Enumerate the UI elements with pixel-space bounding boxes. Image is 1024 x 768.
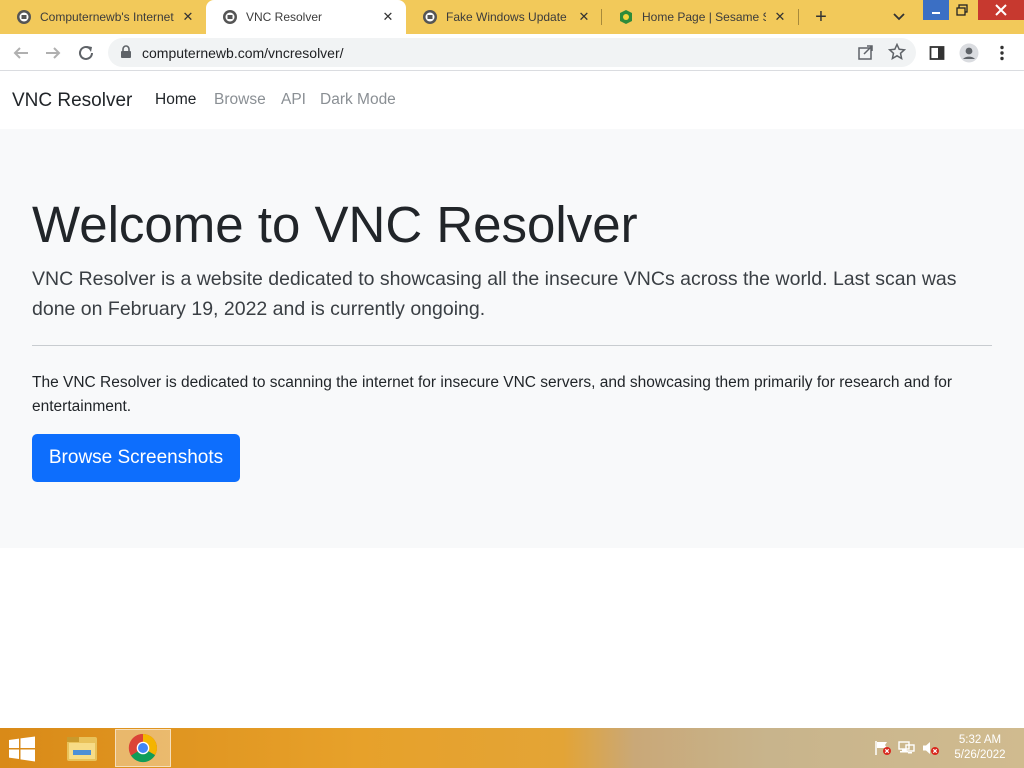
tab-vnc-resolver[interactable]: VNC Resolver ✕	[206, 0, 406, 34]
close-tab-icon[interactable]: ✕	[180, 9, 196, 25]
nav-link-home[interactable]: Home	[155, 91, 196, 109]
file-explorer-taskbar-icon[interactable]	[54, 729, 110, 767]
tab-fake-windows-update[interactable]: Fake Windows Update Pr ✕	[406, 0, 602, 34]
nav-link-dark-mode[interactable]: Dark Mode	[320, 91, 396, 109]
address-bar[interactable]: computernewb.com/vncresolver/	[108, 38, 916, 67]
taskbar-clock[interactable]: 5:32 AM 5/26/2022	[944, 733, 1016, 763]
nav-link-browse[interactable]: Browse	[214, 91, 266, 109]
close-window-icon[interactable]	[978, 0, 1024, 20]
computernewb-favicon-icon	[16, 9, 32, 25]
sesame-street-favicon-icon	[618, 9, 634, 25]
tab-title: Computernewb's Internet	[40, 10, 174, 24]
reload-icon[interactable]	[75, 42, 97, 64]
hero-lead: VNC Resolver is a website dedicated to s…	[32, 268, 957, 320]
computernewb-favicon-icon	[222, 9, 238, 25]
windows-taskbar: 5:32 AM 5/26/2022	[0, 728, 1024, 768]
back-arrow-icon[interactable]	[10, 42, 32, 64]
web-page: VNC Resolver Home Browse API Dark Mode W…	[0, 71, 1024, 728]
windows-start-icon[interactable]	[8, 736, 38, 762]
clock-time: 5:32 AM	[958, 734, 1002, 746]
browse-screenshots-button[interactable]: Browse Screenshots	[32, 434, 240, 482]
tab-separator	[798, 9, 799, 25]
volume-muted-icon[interactable]	[922, 740, 940, 756]
bookmark-star-icon[interactable]	[887, 42, 907, 66]
tab-title: Fake Windows Update Pr	[446, 10, 570, 24]
tab-computernewb[interactable]: Computernewb's Internet ✕	[0, 0, 206, 34]
url-text[interactable]: computernewb.com/vncresolver/	[142, 45, 344, 61]
close-tab-icon[interactable]: ✕	[380, 9, 396, 25]
new-tab-icon[interactable]: +	[808, 5, 834, 29]
tab-strip: Computernewb's Internet ✕ VNC Resolver ✕…	[0, 0, 1024, 34]
hero-section: Welcome to VNC Resolver VNC Resolver is …	[0, 129, 1024, 548]
tab-sesame-street[interactable]: Home Page | Sesame Stre ✕	[602, 0, 798, 34]
forward-arrow-icon[interactable]	[42, 42, 64, 64]
clock-date: 5/26/2022	[954, 749, 1006, 761]
tab-title: VNC Resolver	[246, 10, 323, 24]
profile-avatar-icon[interactable]	[958, 42, 980, 64]
navbar-brand[interactable]: VNC Resolver	[12, 90, 132, 112]
tab-search-icon[interactable]	[888, 6, 910, 28]
menu-kebab-icon[interactable]	[991, 42, 1013, 64]
action-center-flag-icon[interactable]	[874, 740, 892, 756]
lock-icon[interactable]	[120, 45, 132, 64]
computernewb-favicon-icon	[422, 9, 438, 25]
browser-toolbar: computernewb.com/vncresolver/	[0, 34, 1024, 71]
share-icon[interactable]	[858, 44, 874, 65]
side-panel-icon[interactable]	[926, 42, 948, 64]
minimize-window-icon[interactable]	[923, 0, 949, 20]
restore-window-icon[interactable]	[949, 0, 975, 20]
tab-title: Home Page | Sesame Stre	[642, 10, 766, 24]
close-tab-icon[interactable]: ✕	[576, 9, 592, 25]
hero-title: Welcome to VNC Resolver	[32, 196, 638, 253]
site-navbar: VNC Resolver Home Browse API Dark Mode	[0, 71, 1024, 129]
divider	[32, 345, 992, 346]
hero-description: The VNC Resolver is dedicated to scannin…	[32, 374, 953, 415]
nav-link-api[interactable]: API	[281, 91, 306, 109]
close-tab-icon[interactable]: ✕	[772, 9, 788, 25]
chrome-taskbar-icon[interactable]	[115, 729, 171, 767]
network-icon[interactable]	[898, 740, 916, 756]
